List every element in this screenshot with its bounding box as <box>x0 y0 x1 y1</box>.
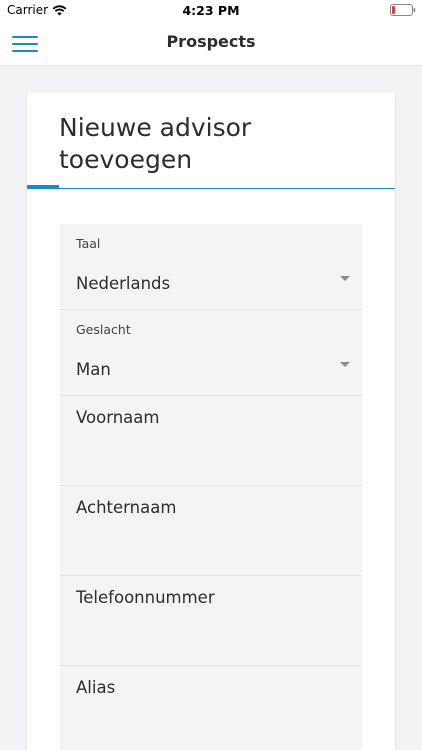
page-title: Prospects <box>166 32 256 51</box>
chevron-down-icon <box>340 276 350 281</box>
gender-label: Geslacht <box>76 322 131 337</box>
add-advisor-card: Nieuwe advisor toevoegen Taal Nederlands… <box>27 92 395 750</box>
status-time: 4:23 PM <box>182 3 240 18</box>
first-name-placeholder: Voornaam <box>76 408 160 427</box>
status-bar: Carrier 4:23 PM <box>0 0 422 22</box>
navigation-bar: Prospects <box>0 22 422 66</box>
title-divider-accent <box>27 185 59 189</box>
title-divider <box>27 188 395 189</box>
chevron-down-icon <box>340 362 350 367</box>
phone-input[interactable]: Telefoonnummer <box>60 576 362 666</box>
last-name-input[interactable]: Achternaam <box>60 486 362 576</box>
language-value: Nederlands <box>76 274 171 293</box>
language-select[interactable]: Taal Nederlands <box>60 224 362 310</box>
alias-placeholder: Alias <box>76 678 116 697</box>
battery-icon <box>390 4 416 16</box>
advisor-form: Taal Nederlands Geslacht Man Voornaam Ac… <box>60 224 362 750</box>
alias-input[interactable]: Alias <box>60 666 362 750</box>
phone-placeholder: Telefoonnummer <box>76 588 215 607</box>
last-name-placeholder: Achternaam <box>76 498 177 517</box>
gender-select[interactable]: Geslacht Man <box>60 310 362 396</box>
gender-value: Man <box>76 360 111 379</box>
card-title: Nieuwe advisor toevoegen <box>59 113 252 174</box>
language-label: Taal <box>76 236 101 251</box>
first-name-input[interactable]: Voornaam <box>60 396 362 486</box>
